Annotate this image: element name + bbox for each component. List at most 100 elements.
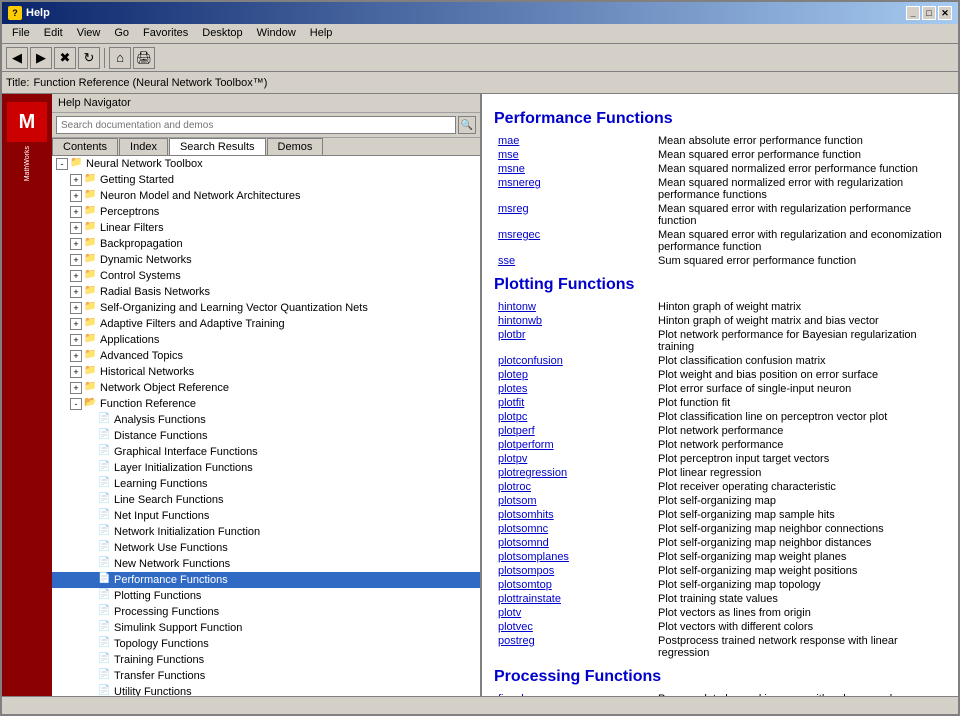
func-link-1-20[interactable]: plottrainstate	[498, 593, 561, 605]
toggle-neuronmodel[interactable]: +	[70, 190, 82, 202]
tab-contents[interactable]: Contents	[52, 138, 118, 155]
tree-item-gettingstarted[interactable]: + 📁 Getting Started	[52, 172, 480, 188]
menu-favorites[interactable]: Favorites	[137, 26, 194, 41]
tree-item-linesearch[interactable]: 📄 Line Search Functions	[52, 492, 480, 508]
func-link-1-11[interactable]: plotregression	[498, 467, 567, 479]
tree-panel[interactable]: - 📁 Neural Network Toolbox + 📁 Getting S…	[52, 156, 480, 696]
back-button[interactable]: ◀	[6, 47, 28, 69]
func-link-1-14[interactable]: plotsomhits	[498, 509, 554, 521]
func-link-1-21[interactable]: plotv	[498, 607, 521, 619]
menu-window[interactable]: Window	[251, 26, 302, 41]
home-button[interactable]: ⌂	[109, 47, 131, 69]
toggle-perceptrons[interactable]: +	[70, 206, 82, 218]
func-link-0-5[interactable]: msregec	[498, 229, 540, 241]
toggle-control[interactable]: +	[70, 270, 82, 282]
func-link-0-6[interactable]: sse	[498, 255, 515, 267]
tree-item-distance[interactable]: 📄 Distance Functions	[52, 428, 480, 444]
func-link-0-4[interactable]: msreg	[498, 203, 529, 215]
func-link-0-1[interactable]: mse	[498, 149, 519, 161]
toggle-historical[interactable]: +	[70, 366, 82, 378]
func-link-0-2[interactable]: msne	[498, 163, 525, 175]
menu-desktop[interactable]: Desktop	[196, 26, 248, 41]
func-link-1-10[interactable]: plotpv	[498, 453, 527, 465]
tree-item-netinput[interactable]: 📄 Net Input Functions	[52, 508, 480, 524]
tree-item-radial[interactable]: + 📁 Radial Basis Networks	[52, 284, 480, 300]
func-link-1-2[interactable]: plotbr	[498, 329, 526, 341]
tab-search-results[interactable]: Search Results	[169, 138, 266, 155]
func-link-1-8[interactable]: plotperf	[498, 425, 535, 437]
toggle-adaptive[interactable]: +	[70, 318, 82, 330]
refresh-button[interactable]: ↻	[78, 47, 100, 69]
tree-item-linearfilters[interactable]: + 📁 Linear Filters	[52, 220, 480, 236]
tree-item-networkuse[interactable]: 📄 Network Use Functions	[52, 540, 480, 556]
func-link-1-18[interactable]: plotsompos	[498, 565, 554, 577]
forward-button[interactable]: ▶	[30, 47, 52, 69]
tree-item-control[interactable]: + 📁 Control Systems	[52, 268, 480, 284]
tree-item-advanced[interactable]: + 📁 Advanced Topics	[52, 348, 480, 364]
tree-item-perceptrons[interactable]: + 📁 Perceptrons	[52, 204, 480, 220]
func-link-1-5[interactable]: plotes	[498, 383, 527, 395]
tree-item-applications[interactable]: + 📁 Applications	[52, 332, 480, 348]
menu-file[interactable]: File	[6, 26, 36, 41]
maximize-button[interactable]: □	[922, 6, 936, 20]
tree-item-training[interactable]: 📄 Training Functions	[52, 652, 480, 668]
tree-item-graphical[interactable]: 📄 Graphical Interface Functions	[52, 444, 480, 460]
tree-item-dynamic[interactable]: + 📁 Dynamic Networks	[52, 252, 480, 268]
tree-item-networkinit[interactable]: 📄 Network Initialization Function	[52, 524, 480, 540]
menu-edit[interactable]: Edit	[38, 26, 69, 41]
tree-item-selforg[interactable]: + 📁 Self-Organizing and Learning Vector …	[52, 300, 480, 316]
toggle-funcref[interactable]: -	[70, 398, 82, 410]
func-link-1-0[interactable]: hintonw	[498, 301, 536, 313]
func-link-1-13[interactable]: plotsom	[498, 495, 537, 507]
tab-demos[interactable]: Demos	[267, 138, 324, 155]
toggle-gettingstarted[interactable]: +	[70, 174, 82, 186]
minimize-button[interactable]: _	[906, 6, 920, 20]
func-link-1-23[interactable]: postreg	[498, 635, 535, 647]
tree-item-performance[interactable]: 📄 Performance Functions	[52, 572, 480, 588]
tree-item-nntoolbox[interactable]: - 📁 Neural Network Toolbox	[52, 156, 480, 172]
toggle-dynamic[interactable]: +	[70, 254, 82, 266]
tree-item-newnetwork[interactable]: 📄 New Network Functions	[52, 556, 480, 572]
toggle-networkobj[interactable]: +	[70, 382, 82, 394]
tree-item-simulink[interactable]: 📄 Simulink Support Function	[52, 620, 480, 636]
toggle-nntoolbox[interactable]: -	[56, 158, 68, 170]
func-link-1-6[interactable]: plotfit	[498, 397, 524, 409]
func-link-1-16[interactable]: plotsomnd	[498, 537, 549, 549]
stop-button[interactable]: ✖	[54, 47, 76, 69]
tree-item-historical[interactable]: + 📁 Historical Networks	[52, 364, 480, 380]
tree-item-layerinit[interactable]: 📄 Layer Initialization Functions	[52, 460, 480, 476]
close-button[interactable]: ✕	[938, 6, 952, 20]
print-button[interactable]: 🖨	[133, 47, 155, 69]
func-link-1-4[interactable]: plotep	[498, 369, 528, 381]
search-input[interactable]	[56, 116, 456, 134]
menu-go[interactable]: Go	[108, 26, 135, 41]
tree-item-processing[interactable]: 📄 Processing Functions	[52, 604, 480, 620]
func-link-1-15[interactable]: plotsomnc	[498, 523, 548, 535]
menu-view[interactable]: View	[71, 26, 107, 41]
func-link-0-3[interactable]: msnereg	[498, 177, 541, 189]
func-link-1-22[interactable]: plotvec	[498, 621, 533, 633]
func-link-0-0[interactable]: mae	[498, 135, 519, 147]
tree-item-learning[interactable]: 📄 Learning Functions	[52, 476, 480, 492]
func-link-1-19[interactable]: plotsomtop	[498, 579, 552, 591]
toggle-selforg[interactable]: +	[70, 302, 82, 314]
func-link-1-1[interactable]: hintonwb	[498, 315, 542, 327]
tree-item-networkobj[interactable]: + 📁 Network Object Reference	[52, 380, 480, 396]
tree-item-neuronmodel[interactable]: + 📁 Neuron Model and Network Architectur…	[52, 188, 480, 204]
tree-item-topology[interactable]: 📄 Topology Functions	[52, 636, 480, 652]
func-link-1-7[interactable]: plotpc	[498, 411, 527, 423]
search-button[interactable]: 🔍	[458, 116, 476, 134]
tree-item-utility[interactable]: 📄 Utility Functions	[52, 684, 480, 696]
toggle-radial[interactable]: +	[70, 286, 82, 298]
tree-item-plotting[interactable]: 📄 Plotting Functions	[52, 588, 480, 604]
func-link-1-17[interactable]: plotsomplanes	[498, 551, 569, 563]
toggle-advanced[interactable]: +	[70, 350, 82, 362]
toggle-backprop[interactable]: +	[70, 238, 82, 250]
tree-item-backprop[interactable]: + 📁 Backpropagation	[52, 236, 480, 252]
tree-item-adaptive[interactable]: + 📁 Adaptive Filters and Adaptive Traini…	[52, 316, 480, 332]
toggle-linearfilters[interactable]: +	[70, 222, 82, 234]
menu-help[interactable]: Help	[304, 26, 339, 41]
func-link-1-9[interactable]: plotperform	[498, 439, 554, 451]
toggle-applications[interactable]: +	[70, 334, 82, 346]
tree-item-funcref[interactable]: - 📂 Function Reference	[52, 396, 480, 412]
